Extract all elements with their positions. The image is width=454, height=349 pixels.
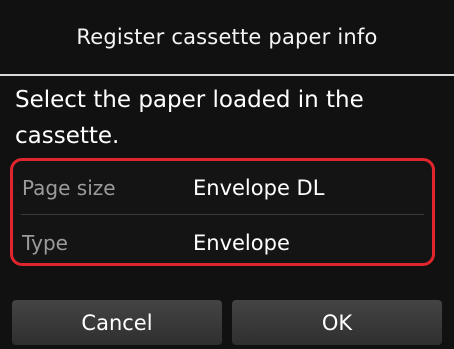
paper-type-value: Envelope [193, 231, 290, 255]
page-size-value: Envelope DL [193, 176, 325, 200]
paper-settings-panel: Page size Envelope DL Type Envelope [10, 158, 435, 266]
printer-lcd-screen: Register cassette paper info Select the … [0, 0, 454, 349]
instruction-message: Select the paper loaded in the cassette. [15, 87, 364, 149]
paper-type-label: Type [22, 231, 68, 255]
title-divider [0, 74, 454, 76]
page-size-setting[interactable]: Page size Envelope DL [13, 163, 432, 213]
settings-divider [21, 214, 424, 215]
page-size-label: Page size [22, 176, 116, 200]
cancel-button[interactable]: Cancel [12, 300, 222, 345]
ok-button[interactable]: OK [232, 300, 442, 345]
screen-title: Register cassette paper info [76, 25, 378, 49]
paper-type-setting[interactable]: Type Envelope [13, 218, 432, 268]
